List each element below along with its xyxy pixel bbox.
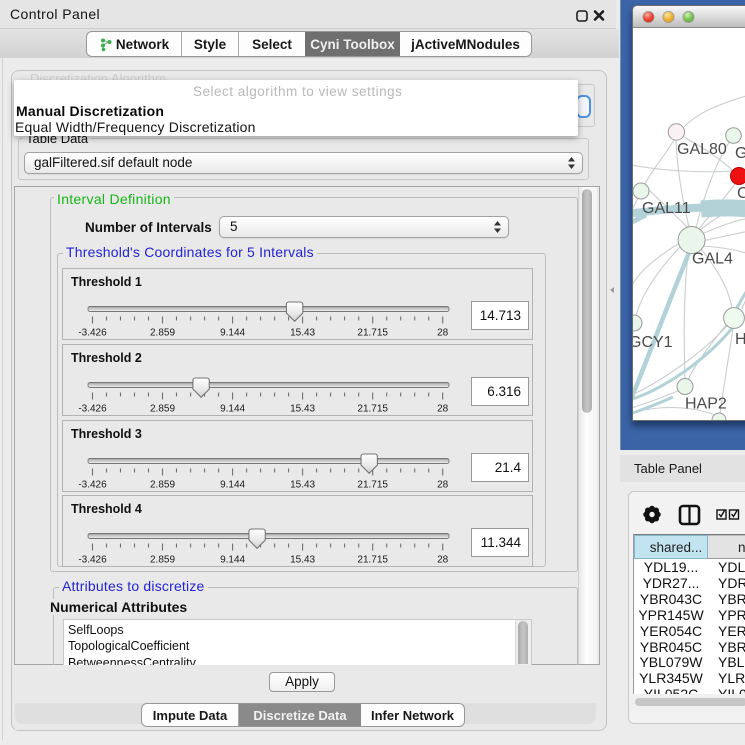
svg-text:21.715: 21.715 — [357, 555, 388, 566]
svg-text:HAP2: HAP2 — [685, 396, 727, 413]
svg-text:H: H — [735, 331, 745, 348]
svg-text:2.859: 2.859 — [150, 555, 175, 566]
svg-text:2.859: 2.859 — [150, 327, 175, 338]
svg-text:21.715: 21.715 — [357, 403, 388, 414]
svg-text:9.144: 9.144 — [220, 479, 245, 490]
svg-text:21.715: 21.715 — [357, 327, 388, 338]
svg-text:-3.426: -3.426 — [78, 327, 107, 338]
svg-text:2.859: 2.859 — [150, 403, 175, 414]
svg-text:GAL11: GAL11 — [642, 200, 691, 217]
svg-text:G.: G. — [735, 145, 745, 162]
svg-text:28: 28 — [437, 327, 449, 338]
svg-text:2.859: 2.859 — [150, 479, 175, 490]
svg-text:-3.426: -3.426 — [78, 403, 107, 414]
svg-text:28: 28 — [437, 555, 449, 566]
svg-text:15.43: 15.43 — [290, 555, 315, 566]
svg-text:15.43: 15.43 — [290, 327, 315, 338]
svg-text:15.43: 15.43 — [290, 479, 315, 490]
svg-text:-3.426: -3.426 — [78, 555, 107, 566]
svg-text:9.144: 9.144 — [220, 327, 245, 338]
svg-text:GAL4: GAL4 — [692, 251, 733, 268]
svg-text:15.43: 15.43 — [290, 403, 315, 414]
svg-text:GAL80: GAL80 — [677, 141, 727, 158]
svg-text:C: C — [737, 185, 745, 202]
svg-text:-3.426: -3.426 — [78, 479, 107, 490]
svg-text:9.144: 9.144 — [220, 403, 245, 414]
svg-text:28: 28 — [437, 403, 449, 414]
svg-text:21.715: 21.715 — [357, 479, 388, 490]
svg-text:9.144: 9.144 — [220, 555, 245, 566]
svg-text:GCY1: GCY1 — [633, 334, 673, 351]
svg-text:28: 28 — [437, 479, 449, 490]
